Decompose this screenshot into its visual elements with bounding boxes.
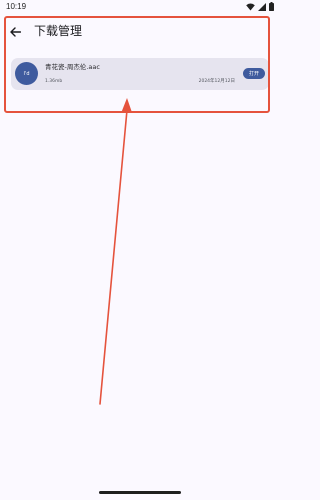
file-avatar: I'd <box>15 62 38 85</box>
file-size: 1.36mb <box>45 79 63 84</box>
arrow-left-icon <box>9 22 21 41</box>
open-button[interactable]: 打开 <box>243 68 265 79</box>
status-bar: 10:19 <box>0 0 280 14</box>
file-name: 青花瓷-周杰伦.aac <box>45 63 100 71</box>
app-bar: 下载管理 <box>0 14 280 48</box>
signal-icon <box>258 2 266 11</box>
status-time: 10:19 <box>6 2 27 11</box>
battery-icon <box>269 2 274 11</box>
wifi-icon <box>246 3 255 11</box>
page-title: 下载管理 <box>34 24 83 38</box>
download-item[interactable]: I'd 青花瓷-周杰伦.aac 1.36mb 2024年12月12日 打开 <box>11 58 269 90</box>
file-date: 2024年12月12日 <box>198 79 235 84</box>
home-indicator[interactable] <box>99 491 181 494</box>
status-icons <box>246 2 274 11</box>
back-button[interactable] <box>6 22 24 40</box>
